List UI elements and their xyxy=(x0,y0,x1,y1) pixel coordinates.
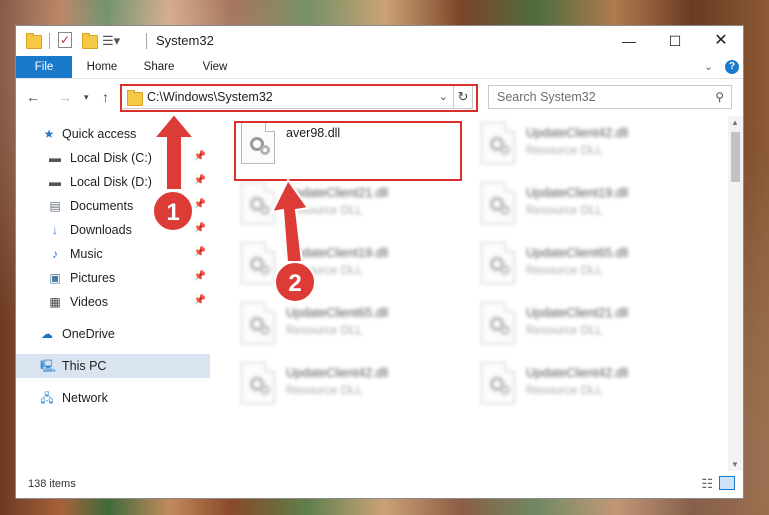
arrow-1 xyxy=(151,112,197,191)
callout-1: 1 xyxy=(152,190,194,232)
annotation-arrows xyxy=(151,112,310,263)
arrow-2 xyxy=(270,178,310,263)
callout-2: 2 xyxy=(274,261,316,303)
